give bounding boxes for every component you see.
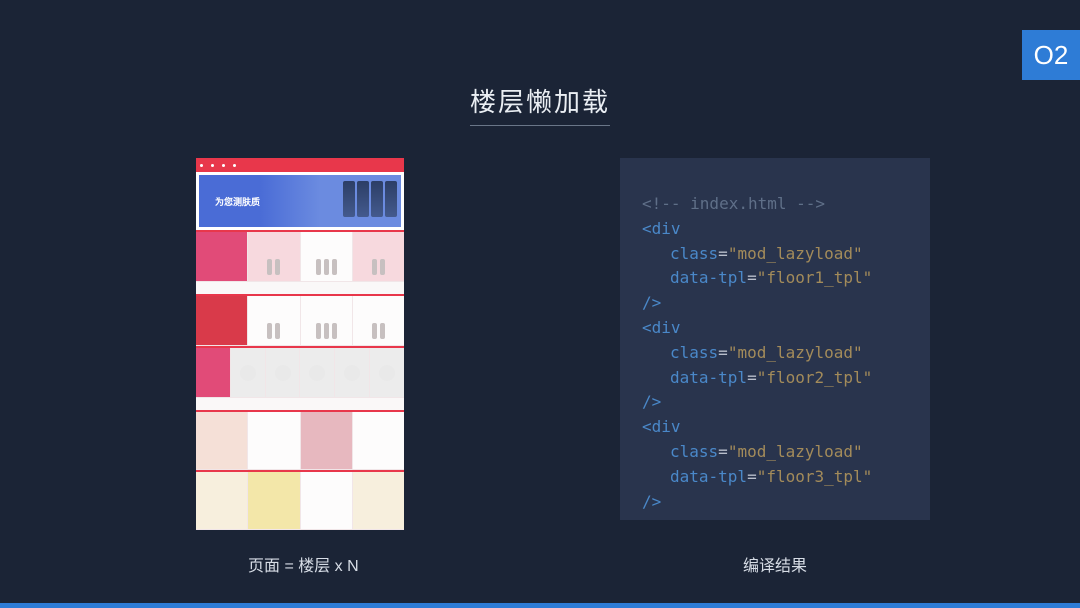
code-div1-close: />	[642, 291, 908, 316]
code-div1-tpl: data-tpl="floor1_tpl"	[642, 266, 908, 291]
left-caption: 页面 = 楼层 x N	[248, 552, 359, 576]
mock-header	[196, 158, 404, 172]
code-div2-tpl: data-tpl="floor2_tpl"	[642, 366, 908, 391]
code-div3-open: <div	[642, 415, 908, 440]
code-div3-class: class="mod_lazyload"	[642, 440, 908, 465]
mock-banner-text: 为您测肤质	[215, 195, 260, 208]
mock-floor-1	[196, 230, 404, 294]
right-caption: 编译结果	[743, 552, 807, 576]
code-comment: <!-- index.html -->	[642, 192, 908, 217]
code-div1-class: class="mod_lazyload"	[642, 242, 908, 267]
page-mock: 为您测肤质	[196, 158, 404, 528]
code-div2-close: />	[642, 390, 908, 415]
code-div2-class: class="mod_lazyload"	[642, 341, 908, 366]
code-block: <!-- index.html --> <div class="mod_lazy…	[620, 158, 930, 520]
code-div1-open: <div	[642, 217, 908, 242]
mock-floor-2	[196, 294, 404, 346]
bottom-accent-bar	[0, 603, 1080, 608]
code-div2-open: <div	[642, 316, 908, 341]
code-div3-tpl: data-tpl="floor3_tpl"	[642, 465, 908, 490]
slide-title: 楼层懒加载	[470, 82, 610, 126]
code-div3-close: />	[642, 490, 908, 515]
slide-number-badge: O2	[1022, 30, 1080, 80]
mock-floor-5	[196, 470, 404, 530]
mock-floor-3	[196, 346, 404, 410]
mock-floor-4	[196, 410, 404, 470]
mock-banner: 为您测肤质	[199, 175, 401, 227]
